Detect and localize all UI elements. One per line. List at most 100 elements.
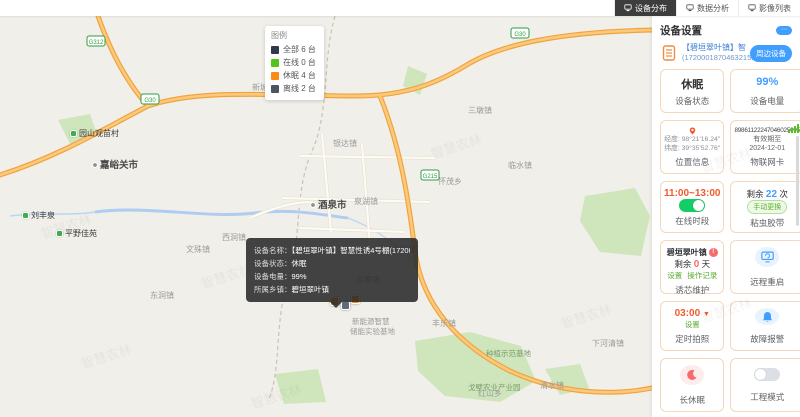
lure-settings-link[interactable]: 设置 <box>667 270 682 281</box>
lure-town: 碧垣翠叶镇! <box>667 247 718 258</box>
sidebar-header: 设备设置 ⋯ <box>660 22 792 38</box>
tooltip-row-battery: 设备电量：99% <box>254 270 410 283</box>
tooltip-label: 设备电量： <box>254 272 292 281</box>
device-status-value: 休眠 <box>681 79 704 91</box>
app-window: 设备分布 数据分析 影像列表 G30 G30 G312 G215 新城镇 银达镇… <box>0 0 800 417</box>
town-label: 东洞镇 <box>150 290 174 300</box>
map-base-layer: G30G30G312G215 新城镇银达镇三墩镇临水镇怀茂乡泉湖镇上坝镇总寨镇西… <box>0 16 652 417</box>
poi-marker: 园山观苗村 <box>70 128 119 139</box>
device-id: (17200018704632158) <box>682 53 758 62</box>
legend-label: 休眠 4 台 <box>283 71 316 80</box>
card-label: 故障报警 <box>750 334 785 344</box>
svg-text:G30: G30 <box>514 32 526 38</box>
tab-data-analysis[interactable]: 数据分析 <box>676 0 738 16</box>
tooltip-row-status: 设备状态：休眠 <box>254 257 410 270</box>
manual-replace-button[interactable]: 手动更换 <box>747 200 788 214</box>
map-legend: 图例 全部 6 台 在线 0 台 休眠 4 台 离线 2 台 <box>265 26 324 100</box>
nearby-devices-button[interactable]: 周边设备 <box>750 44 792 62</box>
city-dot <box>310 202 316 208</box>
sidebar-more-button[interactable]: ⋯ <box>776 25 792 35</box>
validity: 有效期至 2024-12-01 <box>749 135 785 153</box>
signal-bars-icon <box>788 124 800 133</box>
card-remote-reboot: 远程重启 <box>730 240 800 294</box>
tab-image-list[interactable]: 影像列表 <box>738 0 800 16</box>
card-label: 在线时段 <box>675 216 710 226</box>
device-marker-offline[interactable] <box>341 301 350 310</box>
tab-label: 设备分布 <box>635 3 667 13</box>
city-label: 嘉峪关市 <box>99 159 139 171</box>
battery-value: 99% <box>756 76 779 88</box>
lure-history-link[interactable]: 操作记录 <box>687 270 717 281</box>
road-badge: G312 <box>86 35 106 47</box>
card-device-status: 休眠 设备状态 <box>660 69 725 113</box>
device-icon <box>662 45 676 61</box>
engineering-mode-toggle[interactable] <box>754 368 781 381</box>
card-engineering-mode: 工程模式 <box>730 358 800 412</box>
area-label: 储能实验基地 <box>350 326 395 336</box>
area-label: 新能源智慧 <box>352 316 390 326</box>
tape-remaining: 剩余 22 次 <box>747 188 788 200</box>
location-pin-icon <box>689 127 695 135</box>
map-canvas[interactable]: G30G30G312G215 新城镇银达镇三墩镇临水镇怀茂乡泉湖镇上坝镇总寨镇西… <box>0 16 652 417</box>
photo-time-select[interactable]: 03:00 ▼ <box>675 308 710 319</box>
poi-marker: 平野佳苑 <box>56 228 97 239</box>
poi-marker: 刘丰泉 <box>22 210 55 221</box>
lure-links: 设置 操作记录 <box>667 270 717 281</box>
card-label: 粘虫胶带 <box>750 218 785 228</box>
town-label: 文殊镇 <box>186 244 210 254</box>
toggle-knob <box>755 369 767 380</box>
area-label: 戈壁农业产业园 <box>468 382 521 392</box>
legend-swatch-online <box>271 58 279 67</box>
device-cards-grid: 休眠 设备状态 99% 设备电量 经度: 98°21'16.24" 纬度: 39… <box>660 69 800 412</box>
photo-time-value: 03:00 <box>674 308 701 319</box>
sidebar-scrollbar[interactable] <box>796 136 799 226</box>
card-label: 远程重启 <box>750 277 785 287</box>
data-analysis-icon <box>686 4 694 12</box>
tab-device-distribution[interactable]: 设备分布 <box>614 0 676 16</box>
photo-settings-link[interactable]: 设置 <box>685 319 700 330</box>
lure-town-name: 碧垣翠叶镇 <box>666 248 707 257</box>
card-lure-maintenance: 碧垣翠叶镇! 剩余 0 天 设置 操作记录 诱芯维护 <box>660 240 725 295</box>
device-summary-row: 【碧垣翠叶镇】智慧性诱4号棚 (17200018704632158) 周边设备 <box>660 43 792 63</box>
top-bar: 设备分布 数据分析 影像列表 <box>0 0 800 16</box>
poi-label: 刘丰泉 <box>31 211 55 220</box>
fault-alarm-button[interactable] <box>755 308 780 325</box>
card-battery: 99% 设备电量 <box>730 69 800 113</box>
road-badge: G215 <box>420 169 440 181</box>
tooltip-row-name: 设备名称：【碧垣翠叶镇】智慧性诱4号棚(17200018704632158) <box>254 244 410 257</box>
card-location: 经度: 98°21'16.24" 纬度: 39°35'52.76" 位置信息 <box>660 120 725 174</box>
legend-item-offline: 离线 2 台 <box>271 82 316 95</box>
image-list-icon <box>748 4 756 12</box>
tooltip-label: 设备名称： <box>254 246 292 255</box>
tooltip-value: 【碧垣翠叶镇】智慧性诱4号棚(17200018704632158) <box>291 246 411 255</box>
online-period-toggle[interactable] <box>679 199 706 212</box>
svg-text:G30: G30 <box>144 98 156 104</box>
valid-until-date: 2024-12-01 <box>749 144 786 152</box>
legend-label: 在线 0 台 <box>283 58 316 67</box>
road-badge: G30 <box>510 27 530 39</box>
device-settings-panel: 设备设置 ⋯ 【碧垣翠叶镇】智慧性诱4号棚 (17200018704632158… <box>652 16 800 417</box>
remaining-prefix: 剩余 <box>674 259 694 269</box>
card-label: 定时拍照 <box>675 334 710 344</box>
card-online-period: 11:00~13:00 在线时段 <box>660 181 725 233</box>
card-label: 长休眠 <box>679 395 705 405</box>
tooltip-label: 设备状态： <box>254 259 292 268</box>
city-dot <box>92 162 98 168</box>
poi-label: 平野佳苑 <box>65 229 97 238</box>
legend-swatch-all <box>271 45 279 54</box>
legend-item-online: 在线 0 台 <box>271 56 316 69</box>
moon-icon <box>687 369 697 380</box>
coordinates: 经度: 98°21'16.24" 纬度: 39°35'52.76" <box>664 135 720 153</box>
remaining-suffix: 天 <box>699 259 711 269</box>
poi-pin-icon <box>70 130 77 137</box>
remote-reboot-button[interactable] <box>755 247 780 267</box>
long-sleep-button[interactable] <box>680 365 705 385</box>
toggle-knob <box>693 200 705 211</box>
town-label: 西洞镇 <box>222 232 246 242</box>
tooltip-label: 所属乡镇： <box>254 285 292 294</box>
town-label: 下河清镇 <box>592 338 624 348</box>
legend-item-all: 全部 6 台 <box>271 43 316 56</box>
tooltip-value: 休眠 <box>291 259 307 268</box>
poi-pin-icon <box>22 212 29 219</box>
device-name: 【碧垣翠叶镇】智慧性诱4号棚 <box>682 43 746 52</box>
